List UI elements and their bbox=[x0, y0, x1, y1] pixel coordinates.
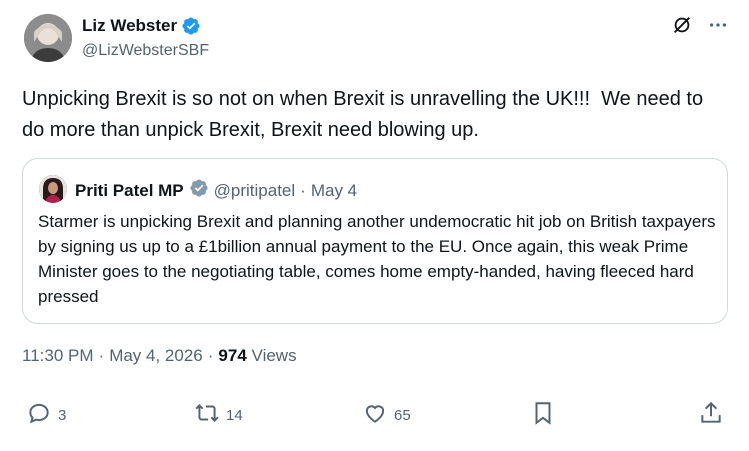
tweet-date[interactable]: May 4, 2026 bbox=[109, 346, 203, 366]
more-options-icon[interactable] bbox=[707, 14, 729, 41]
quoted-author-handle: @pritipatel bbox=[213, 180, 296, 200]
tweet-meta: 11:30 PM · May 4, 2026 · 974 Views bbox=[22, 346, 297, 366]
author-handle[interactable]: @LizWebsterSBF bbox=[82, 42, 209, 60]
quoted-text: Starmer is unpicking Brexit and planning… bbox=[38, 212, 716, 306]
bookmark-button[interactable] bbox=[530, 400, 556, 430]
repost-icon bbox=[194, 400, 220, 430]
top-actions bbox=[671, 14, 729, 41]
tweet-text: Unpicking Brexit is so not on when Brexi… bbox=[22, 88, 709, 141]
like-count: 65 bbox=[394, 406, 411, 424]
meta-separator: · bbox=[98, 346, 105, 365]
grok-icon[interactable] bbox=[671, 14, 693, 41]
views-label: Views bbox=[251, 346, 297, 365]
reply-button[interactable]: 3 bbox=[26, 400, 66, 430]
quoted-separator: · bbox=[300, 180, 306, 200]
meta-separator: · bbox=[207, 346, 214, 365]
repost-button[interactable]: 14 bbox=[194, 400, 243, 430]
share-icon bbox=[698, 400, 724, 430]
views-count: 974 bbox=[218, 346, 247, 365]
reply-icon bbox=[26, 400, 52, 430]
verified-badge-icon bbox=[181, 16, 201, 36]
quoted-author-name: Priti Patel MP bbox=[75, 180, 184, 200]
heart-icon bbox=[362, 400, 388, 430]
quoted-date: May 4 bbox=[310, 180, 358, 200]
like-button[interactable]: 65 bbox=[362, 400, 411, 430]
quoted-gray-badge-icon bbox=[189, 178, 209, 203]
share-button[interactable] bbox=[698, 400, 724, 430]
quoted-header: Priti Patel MP @pritipatel · May 4 bbox=[75, 178, 357, 203]
author-name-row[interactable]: Liz Webster bbox=[82, 16, 201, 36]
author-avatar[interactable] bbox=[24, 14, 72, 62]
tweet-time[interactable]: 11:30 PM bbox=[22, 346, 94, 366]
reply-count: 3 bbox=[58, 406, 67, 424]
author-name[interactable]: Liz Webster bbox=[82, 16, 177, 36]
repost-count: 14 bbox=[226, 406, 243, 424]
quoted-author-avatar bbox=[39, 175, 67, 203]
quoted-tweet[interactable]: Priti Patel MP @pritipatel · May 4 Starm… bbox=[22, 158, 728, 324]
bookmark-icon bbox=[530, 400, 556, 430]
action-bar: 3 14 65 bbox=[0, 400, 749, 440]
